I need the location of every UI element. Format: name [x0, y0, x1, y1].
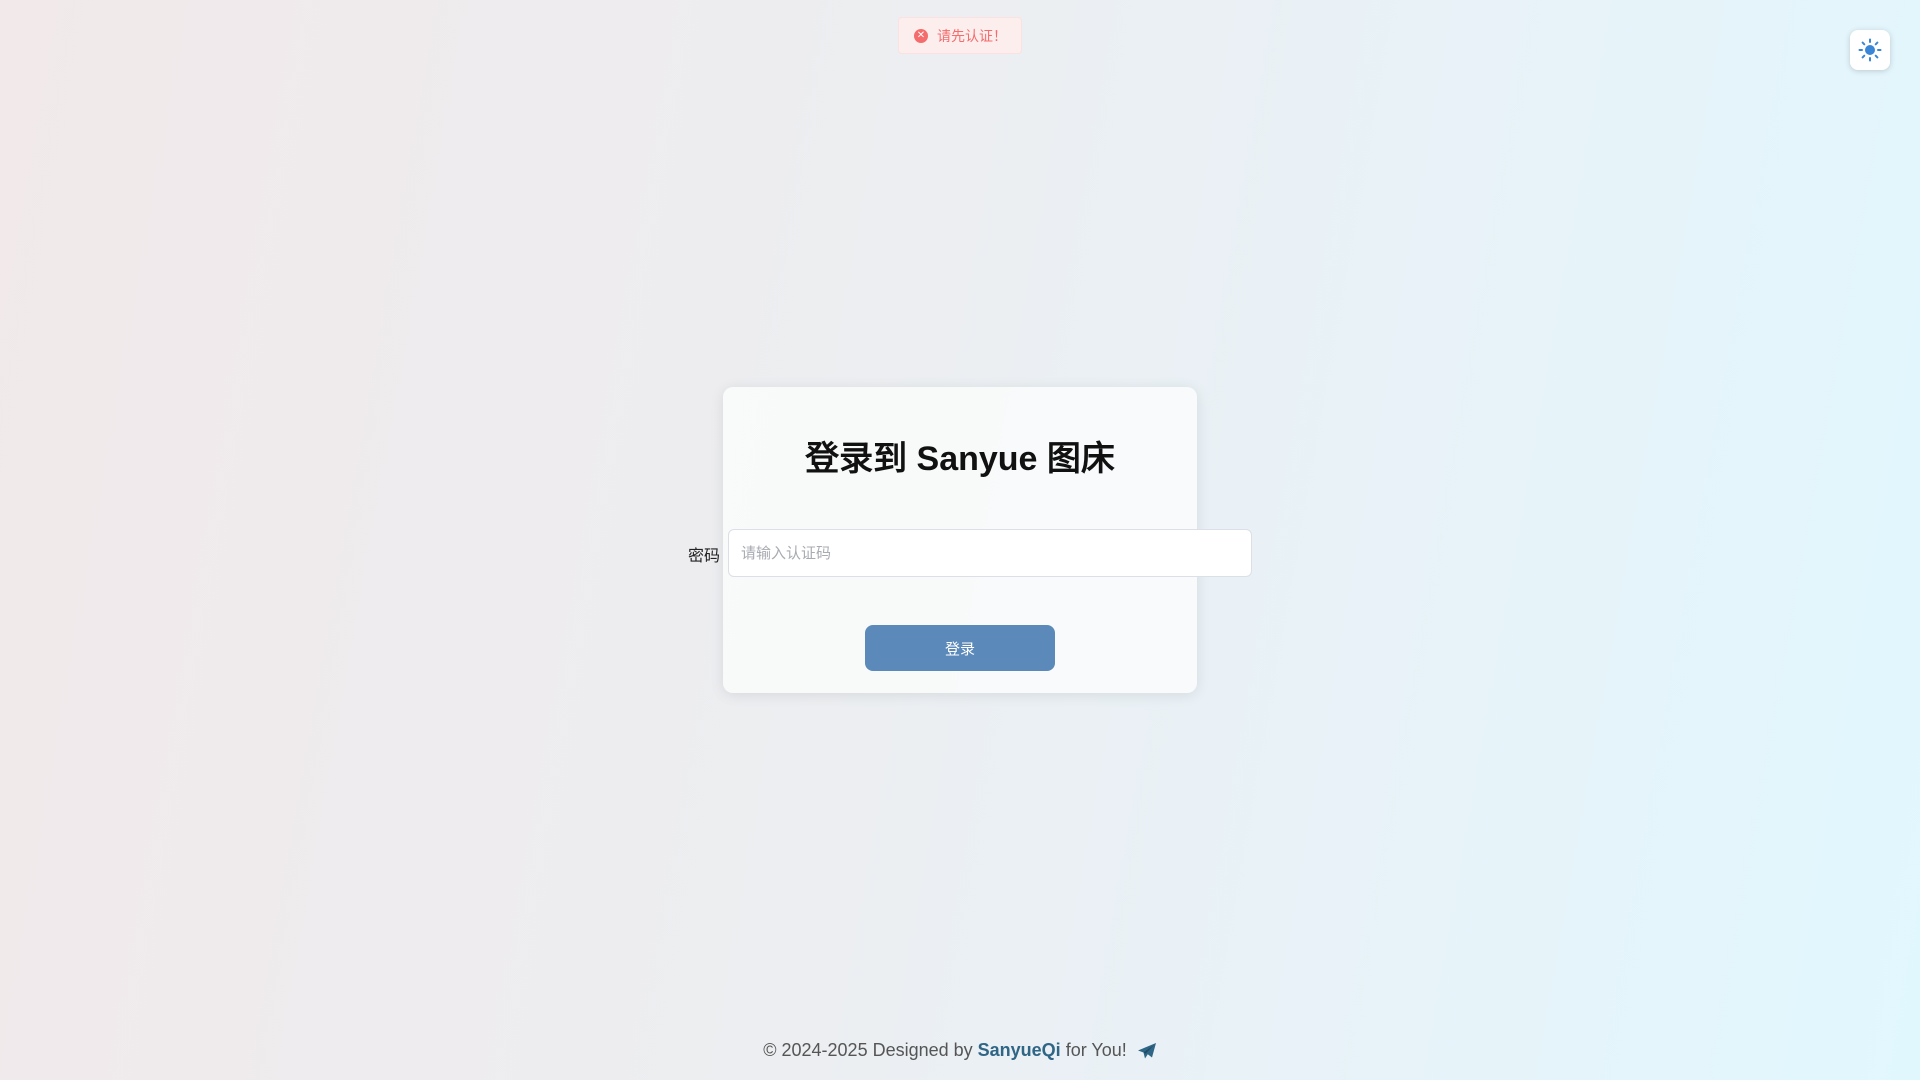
- footer: © 2024-2025 Designed by SanyueQi for You…: [0, 1040, 1920, 1061]
- paper-plane-icon[interactable]: [1137, 1042, 1157, 1060]
- footer-suffix: for You!: [1065, 1040, 1127, 1060]
- page-title: 登录到 Sanyue 图床: [805, 440, 1115, 478]
- password-input[interactable]: [728, 529, 1252, 577]
- sun-icon: [1858, 38, 1882, 62]
- error-toast: ✕ 请先认证！: [898, 17, 1022, 54]
- error-circle-icon: ✕: [914, 28, 928, 43]
- author-link[interactable]: SanyueQi: [978, 1040, 1061, 1061]
- password-label: 密码: [687, 548, 720, 565]
- theme-toggle-button[interactable]: [1850, 30, 1890, 70]
- footer-prefix: © 2024-2025 Designed by: [763, 1040, 973, 1060]
- toast-message: 请先认证！: [937, 27, 1007, 44]
- login-button[interactable]: 登录: [865, 625, 1055, 671]
